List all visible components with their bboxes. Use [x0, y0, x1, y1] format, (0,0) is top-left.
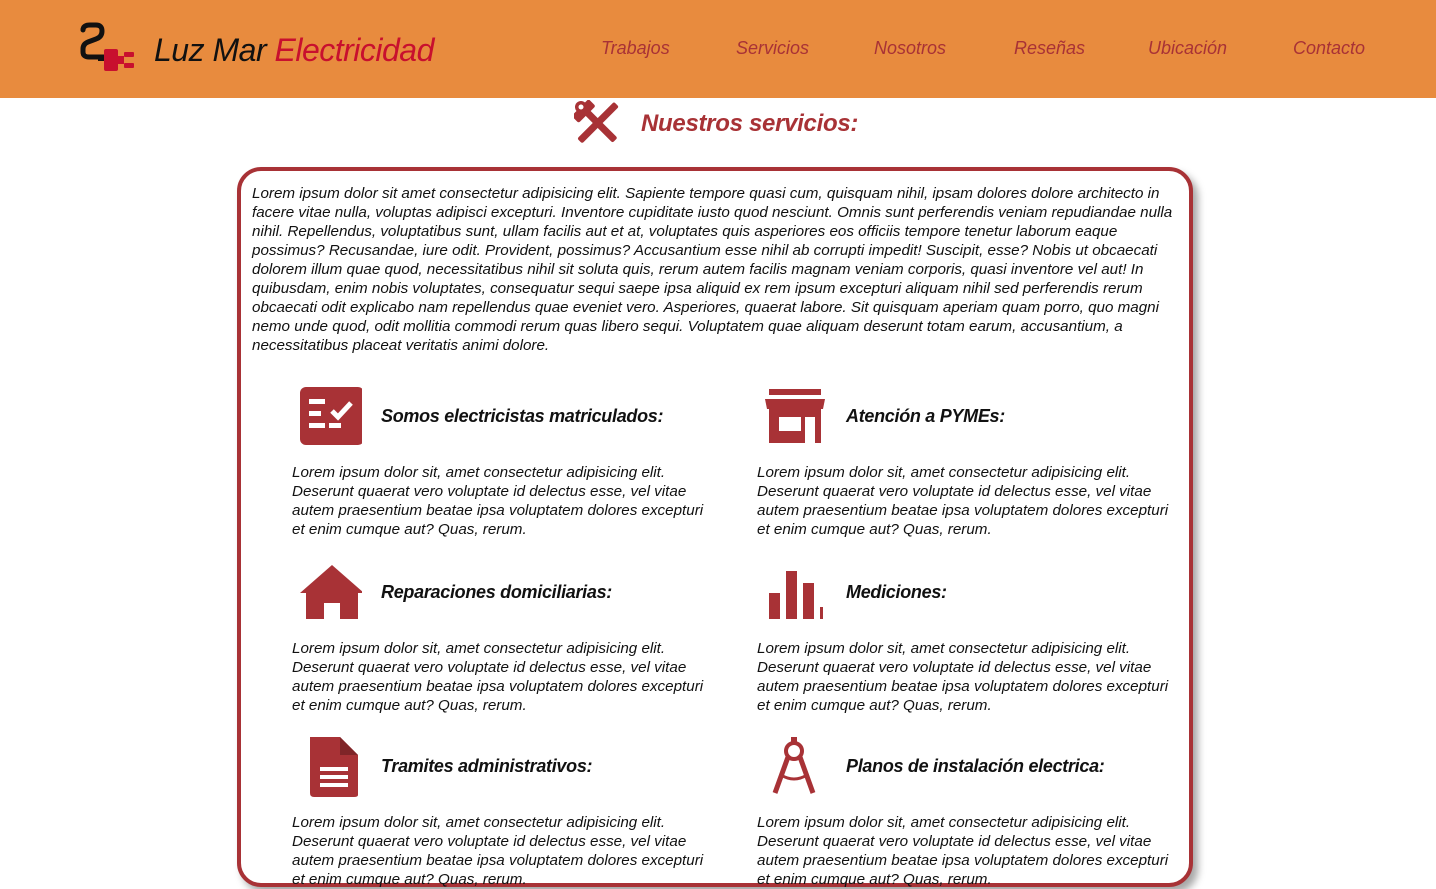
service-title: Mediciones: — [846, 582, 947, 602]
tools-icon — [574, 100, 619, 143]
brand-name[interactable]: Luz Mar Electricidad — [154, 30, 434, 70]
nav-link-resenas[interactable]: Reseñas — [1014, 37, 1085, 61]
document-icon — [310, 737, 358, 797]
site-header: Luz Mar Electricidad Trabajos Servicios … — [0, 0, 1436, 98]
service-title: Atención a PYMEs: — [846, 406, 1005, 426]
service-title: Reparaciones domiciliarias: — [381, 582, 612, 602]
service-description: Lorem ipsum dolor sit, amet consectetur … — [292, 640, 704, 714]
section-title: Nuestros servicios: — [641, 110, 859, 137]
electric-plug-icon[interactable] — [78, 22, 136, 76]
brand-name-part1: Luz Mar — [154, 32, 267, 68]
nav-link-ubicacion[interactable]: Ubicación — [1148, 37, 1227, 61]
service-description: Lorem ipsum dolor sit, amet consectetur … — [292, 814, 704, 888]
services-intro-text: Lorem ipsum dolor sit amet consectetur a… — [252, 185, 1173, 354]
checklist-icon — [300, 387, 362, 445]
nav-link-contacto[interactable]: Contacto — [1293, 37, 1365, 61]
service-description: Lorem ipsum dolor sit, amet consectetur … — [292, 464, 704, 538]
home-icon — [300, 565, 362, 619]
nav-link-trabajos[interactable]: Trabajos — [601, 37, 670, 61]
service-description: Lorem ipsum dolor sit, amet consectetur … — [757, 464, 1169, 538]
services-card: Lorem ipsum dolor sit amet consectetur a… — [237, 167, 1193, 888]
brand-name-part2: Electricidad — [274, 32, 434, 68]
service-description: Lorem ipsum dolor sit, amet consectetur … — [757, 814, 1169, 888]
store-icon — [765, 389, 825, 443]
service-title: Planos de instalación electrica: — [846, 756, 1105, 776]
nav-link-nosotros[interactable]: Nosotros — [874, 37, 946, 61]
compass-icon — [772, 737, 816, 794]
service-title: Somos electricistas matriculados: — [381, 406, 664, 426]
nav-link-servicios[interactable]: Servicios — [736, 37, 809, 61]
service-description: Lorem ipsum dolor sit, amet consectetur … — [757, 640, 1169, 714]
service-title: Tramites administrativos: — [381, 756, 593, 776]
bar-chart-icon — [769, 571, 823, 619]
